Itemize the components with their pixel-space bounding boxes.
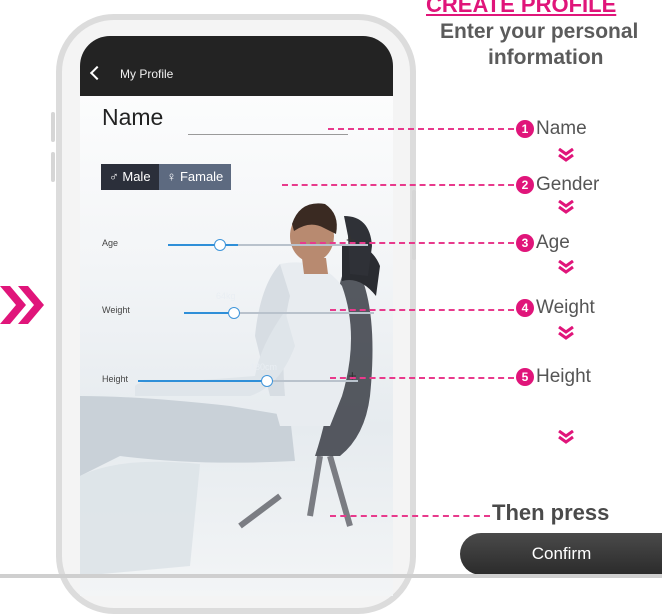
connector-line: [330, 515, 490, 517]
weight-slider-fill: [184, 312, 234, 314]
step-label: Age: [536, 232, 570, 253]
step-label: Gender: [536, 174, 600, 195]
connector-line: [300, 242, 514, 244]
height-slider-thumb[interactable]: [261, 375, 273, 387]
back-chevron-icon[interactable]: [89, 65, 105, 81]
age-slider-track[interactable]: [168, 244, 368, 246]
step-weight: 4 Weight: [516, 297, 595, 319]
chevron-down-double-icon: [558, 430, 574, 444]
connector-line: [328, 128, 514, 130]
step-label: Weight: [536, 297, 595, 318]
chevron-down-double-icon: [558, 326, 574, 340]
screen-header-bar: My Profile: [80, 36, 393, 96]
step-name: 1 Name: [516, 118, 587, 140]
plus-icon[interactable]: +: [346, 232, 355, 249]
step-label: Height: [536, 366, 591, 387]
chevron-down-double-icon: [558, 260, 574, 274]
step-number: 4: [516, 299, 534, 317]
phone-side-button: [412, 190, 416, 260]
gender-male-label: Male: [122, 169, 151, 184]
age-label: Age: [102, 238, 119, 248]
step-number: 2: [516, 176, 534, 194]
step-age: 3 Age: [516, 232, 570, 254]
height-slider-track[interactable]: [138, 380, 358, 382]
step-number: 3: [516, 234, 534, 252]
subtitle-line-1: Enter your personal: [440, 20, 639, 43]
screen-title: My Profile: [120, 67, 174, 81]
connector-line: [330, 377, 514, 379]
phone-screen: My Profile Name ♂ Male ♀ Famale Age + We…: [80, 36, 393, 596]
step-number: 5: [516, 368, 534, 386]
subtitle-line-2: information: [488, 46, 604, 69]
confirm-button[interactable]: Confirm: [460, 533, 662, 575]
age-slider-thumb[interactable]: [214, 239, 226, 251]
phone-side-button: [51, 152, 55, 182]
weight-value: 64kg: [216, 291, 236, 301]
female-icon: ♀: [166, 169, 177, 184]
gender-toggle: ♂ Male ♀ Famale: [101, 164, 232, 190]
step-height: 5 Height: [516, 366, 591, 388]
bottom-divider: [0, 574, 662, 578]
height-value: 180cm: [250, 362, 278, 372]
step-number: 1: [516, 120, 534, 138]
then-press-text: Then press: [492, 500, 610, 525]
male-icon: ♂: [109, 169, 119, 184]
connector-line: [330, 309, 514, 311]
gender-female-label: Famale: [179, 169, 224, 184]
chevron-down-double-icon: [558, 148, 574, 162]
chevron-down-double-icon: [558, 200, 574, 214]
name-input-line[interactable]: [188, 134, 348, 135]
height-slider-fill: [138, 380, 266, 382]
age-slider-fill: [168, 244, 238, 246]
gender-male-button[interactable]: ♂ Male: [101, 164, 159, 190]
height-label: Height: [102, 374, 129, 384]
phone-side-button: [51, 112, 55, 142]
weight-slider-thumb[interactable]: [228, 307, 240, 319]
name-label: Name: [102, 104, 164, 130]
step-gender: 2 Gender: [516, 174, 599, 196]
connector-line: [282, 184, 514, 186]
weight-label: Weight: [102, 305, 130, 315]
weight-slider-track[interactable]: [184, 312, 374, 314]
double-arrow-right-icon: [0, 286, 44, 324]
step-label: Name: [536, 118, 587, 139]
gender-female-button[interactable]: ♀ Famale: [158, 164, 232, 190]
page-title: CREATE PROFILE: [426, 0, 617, 17]
